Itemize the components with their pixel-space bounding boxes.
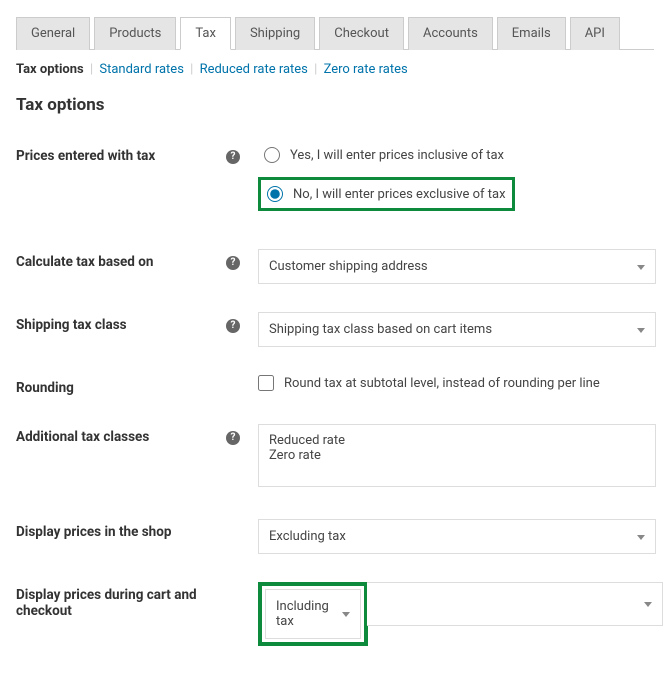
label-prices-entered-with-tax: Prices entered with tax (16, 143, 226, 164)
page-title: Tax options (16, 95, 654, 115)
row-display-cart: Display prices during cart and checkout … (16, 582, 654, 646)
select-shipping-tax-class[interactable]: Shipping tax class based on cart items (258, 312, 656, 347)
label-calculate-tax: Calculate tax based on (16, 249, 226, 270)
checkbox-rounding[interactable]: Round tax at subtotal level, instead of … (258, 375, 654, 391)
select-display-shop[interactable]: Excluding tax (258, 519, 656, 554)
help-icon[interactable]: ? (226, 431, 240, 445)
radio-prices-exclusive[interactable]: No, I will enter prices exclusive of tax (258, 177, 515, 211)
tab-checkout[interactable]: Checkout (319, 17, 404, 50)
settings-tabs: General Products Tax Shipping Checkout A… (16, 16, 654, 50)
row-display-shop: Display prices in the shop Excluding tax (16, 519, 654, 554)
highlight-display-cart: Including tax (258, 582, 368, 646)
row-prices-entered-with-tax: Prices entered with tax ? Yes, I will en… (16, 143, 654, 221)
subnav-separator: | (90, 62, 93, 77)
subnav-tax-options[interactable]: Tax options (16, 62, 84, 77)
tab-tax[interactable]: Tax (180, 17, 231, 50)
label-additional-tax-classes: Additional tax classes (16, 424, 226, 445)
radio-prices-exclusive-input[interactable] (267, 186, 283, 202)
help-icon[interactable]: ? (226, 150, 240, 164)
tab-accounts[interactable]: Accounts (408, 17, 493, 50)
row-shipping-tax-class: Shipping tax class ? Shipping tax class … (16, 312, 654, 347)
row-additional-tax-classes: Additional tax classes ? (16, 424, 654, 491)
radio-prices-exclusive-label: No, I will enter prices exclusive of tax (293, 187, 506, 202)
select-display-cart[interactable]: Including tax (265, 589, 361, 639)
select-display-cart-dropdown[interactable] (367, 582, 663, 626)
radio-prices-inclusive-input[interactable] (264, 147, 280, 163)
subnav-separator: | (190, 62, 193, 77)
subnav-separator: | (314, 62, 317, 77)
radio-prices-inclusive-label: Yes, I will enter prices inclusive of ta… (290, 148, 504, 163)
select-calculate-tax[interactable]: Customer shipping address (258, 249, 656, 284)
subnav-reduced-rate-rates[interactable]: Reduced rate rates (200, 62, 308, 77)
radio-prices-inclusive[interactable]: Yes, I will enter prices inclusive of ta… (258, 143, 654, 167)
subnav-standard-rates[interactable]: Standard rates (99, 62, 184, 77)
label-shipping-tax-class: Shipping tax class (16, 312, 226, 333)
checkbox-rounding-input[interactable] (258, 375, 274, 391)
checkbox-rounding-label: Round tax at subtotal level, instead of … (284, 376, 600, 391)
row-rounding: Rounding Round tax at subtotal level, in… (16, 375, 654, 396)
tab-emails[interactable]: Emails (497, 17, 566, 50)
help-icon[interactable]: ? (226, 256, 240, 270)
help-icon[interactable]: ? (226, 319, 240, 333)
textarea-additional-tax-classes[interactable] (258, 424, 656, 487)
tab-products[interactable]: Products (94, 17, 176, 50)
label-rounding: Rounding (16, 375, 226, 396)
subnav-zero-rate-rates[interactable]: Zero rate rates (324, 62, 408, 77)
row-calculate-tax: Calculate tax based on ? Customer shippi… (16, 249, 654, 284)
tab-api[interactable]: API (570, 17, 620, 50)
label-display-cart: Display prices during cart and checkout (16, 582, 226, 619)
label-display-shop: Display prices in the shop (16, 519, 226, 540)
tab-general[interactable]: General (16, 17, 90, 50)
tax-subnav: Tax options | Standard rates | Reduced r… (16, 62, 654, 77)
tab-shipping[interactable]: Shipping (235, 17, 315, 50)
